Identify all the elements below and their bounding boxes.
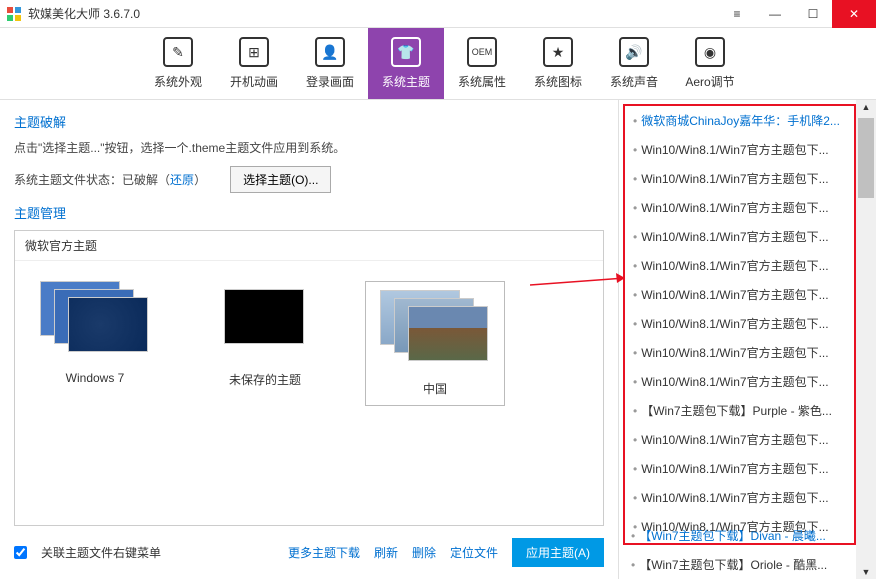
list-item[interactable]: 微软商城ChinaJoy嘉年华：手机降2... [625,106,854,135]
right-list-below: 【Win7主题包下载】Divan - 晨曦...【Win7主题包下载】Oriol… [623,521,855,579]
list-item[interactable]: 【Win7主题包下载】Divan - 晨曦... [623,521,855,550]
list-item[interactable]: Win10/Win8.1/Win7官方主题包下... [625,309,854,338]
app-logo-icon [6,6,22,22]
apply-theme-button[interactable]: 应用主题(A) [512,538,604,567]
theme-name: 未保存的主题 [195,371,335,388]
theme-box: 微软官方主题 Windows 7 未保存的主题 [14,230,604,526]
manage-section-title: 主题管理 [14,203,604,222]
list-item[interactable]: Win10/Win8.1/Win7官方主题包下... [625,222,854,251]
official-themes-header: 微软官方主题 [15,231,603,261]
content: 主题破解 点击"选择主题..."按钮，选择一个.theme主题文件应用到系统。 … [0,100,876,579]
login-icon: 👤 [315,37,345,67]
status-row: 系统主题文件状态：已破解（还原） 选择主题(O)... [14,166,604,193]
tab-oem[interactable]: OEM系统属性 [444,28,520,99]
theme-thumbnail [380,290,490,360]
tab-theme[interactable]: 👕系统主题 [368,28,444,99]
checkbox-label: 关联主题文件右键菜单 [41,544,161,561]
status-value: 已破解 [122,173,158,187]
minimize-button[interactable]: — [756,0,794,28]
scroll-up-icon[interactable]: ▲ [856,100,876,112]
theme-thumbnail [40,281,150,351]
toolbar: ✎系统外观 ⊞开机动画 👤登录画面 👕系统主题 OEM系统属性 ★系统图标 🔊系… [0,28,876,100]
list-item[interactable]: Win10/Win8.1/Win7官方主题包下... [625,454,854,483]
delete-link[interactable]: 删除 [412,544,436,561]
list-item[interactable]: Win10/Win8.1/Win7官方主题包下... [625,338,854,367]
theme-item[interactable]: Windows 7 [25,281,165,406]
tab-appearance[interactable]: ✎系统外观 [140,28,216,99]
theme-name: Windows 7 [25,371,165,385]
list-item[interactable]: Win10/Win8.1/Win7官方主题包下... [625,164,854,193]
theme-icon: 👕 [391,37,421,67]
list-item[interactable]: Win10/Win8.1/Win7官方主题包下... [625,367,854,396]
list-item[interactable]: 【Win7主题包下载】Purple - 紫色... [625,396,854,425]
maximize-button[interactable]: ☐ [794,0,832,28]
scroll-down-icon[interactable]: ▼ [856,567,876,577]
locate-link[interactable]: 定位文件 [450,544,498,561]
aero-icon: ◉ [695,37,725,67]
restore-link[interactable]: 还原 [170,173,194,187]
list-item[interactable]: Win10/Win8.1/Win7官方主题包下... [625,483,854,512]
status-prefix: 系统主题文件状态： [14,173,122,187]
tab-icons[interactable]: ★系统图标 [520,28,596,99]
app-title: 软媒美化大师 3.6.7.0 [28,5,718,22]
context-menu-checkbox[interactable] [14,546,27,559]
list-item[interactable]: Win10/Win8.1/Win7官方主题包下... [625,280,854,309]
list-item[interactable]: Win10/Win8.1/Win7官方主题包下... [625,135,854,164]
list-item[interactable]: Win10/Win8.1/Win7官方主题包下... [625,193,854,222]
list-item[interactable]: 【Win7主题包下载】Oriole - 酷黑... [623,550,855,579]
menu-button[interactable]: ≡ [718,0,756,28]
theme-thumbnail [210,281,320,351]
icons-icon: ★ [543,37,573,67]
scrollbar[interactable]: ▲ ▼ [856,100,876,579]
list-item[interactable]: Win10/Win8.1/Win7官方主题包下... [625,251,854,280]
tab-sound[interactable]: 🔊系统声音 [596,28,672,99]
sound-icon: 🔊 [619,37,649,67]
theme-item-selected[interactable]: 中国 [365,281,505,406]
refresh-link[interactable]: 刷新 [374,544,398,561]
theme-name: 中国 [366,380,504,397]
boot-icon: ⊞ [239,37,269,67]
appearance-icon: ✎ [163,37,193,67]
select-theme-button[interactable]: 选择主题(O)... [230,166,331,193]
oem-icon: OEM [467,37,497,67]
more-themes-link[interactable]: 更多主题下载 [288,544,360,561]
titlebar: 软媒美化大师 3.6.7.0 ≡ — ☐ ✕ [0,0,876,28]
left-panel: 主题破解 点击"选择主题..."按钮，选择一个.theme主题文件应用到系统。 … [0,100,618,579]
themes-body: Windows 7 未保存的主题 中国 [15,261,603,426]
footer-row: 关联主题文件右键菜单 更多主题下载 刷新 删除 定位文件 应用主题(A) [14,534,604,567]
right-list-highlighted: 微软商城ChinaJoy嘉年华：手机降2...Win10/Win8.1/Win7… [623,104,856,545]
crack-description: 点击"选择主题..."按钮，选择一个.theme主题文件应用到系统。 [14,139,604,156]
right-panel: 微软商城ChinaJoy嘉年华：手机降2...Win10/Win8.1/Win7… [618,100,876,579]
tab-boot-anim[interactable]: ⊞开机动画 [216,28,292,99]
theme-item[interactable]: 未保存的主题 [195,281,335,406]
crack-section-title: 主题破解 [14,112,604,131]
list-item[interactable]: Win10/Win8.1/Win7官方主题包下... [625,425,854,454]
tab-login[interactable]: 👤登录画面 [292,28,368,99]
scroll-thumb[interactable] [858,118,874,198]
close-button[interactable]: ✕ [832,0,876,28]
tab-aero[interactable]: ◉Aero调节 [672,28,748,99]
